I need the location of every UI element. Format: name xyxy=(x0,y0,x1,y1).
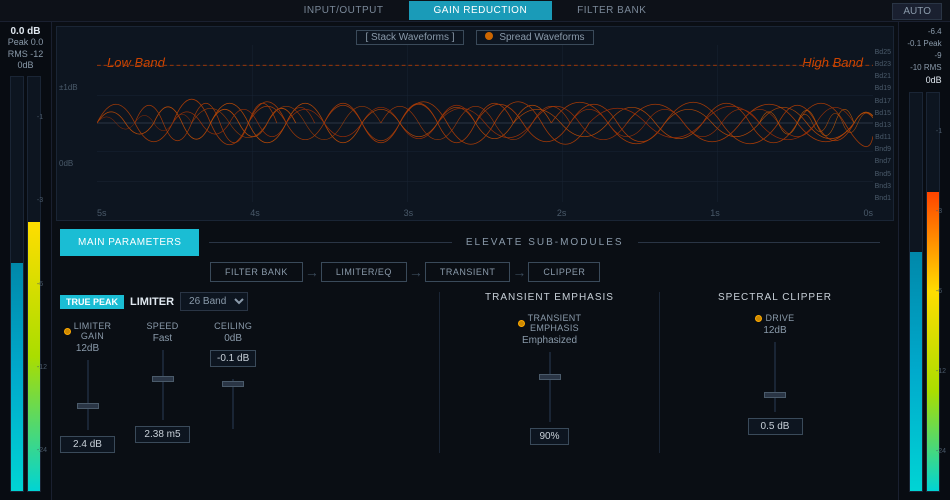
param-limiter-gain: LIMITERGAIN 12dB 2.4 dB xyxy=(60,321,115,453)
waveform-time-scale: 5s 4s 3s 2s 1s 0s xyxy=(97,208,873,218)
limiter-gain-value: 12dB xyxy=(76,343,99,354)
stack-waveforms-btn[interactable]: [ Stack Waveforms ] xyxy=(356,30,463,45)
transient-percent[interactable]: 90% xyxy=(530,428,568,445)
arrow-icon-2: → xyxy=(409,264,423,280)
true-peak-badge: TRUE PEAK xyxy=(60,295,124,309)
left-meter-bars: -1 -3 -6 -12 -24 xyxy=(2,76,49,492)
tab-gain-reduction[interactable]: GAIN REDUCTION xyxy=(409,1,553,20)
right-meter-top-labels: -6.4 -0.1 Peak -9 -10 RMS 0dB xyxy=(907,26,941,88)
clipper-section-title: SPECTRAL CLIPPER xyxy=(676,292,874,303)
waveform-canvas xyxy=(97,45,873,202)
module-clipper[interactable]: CLIPPER xyxy=(528,262,600,282)
spread-dot-icon xyxy=(485,32,493,40)
ceiling-display[interactable]: -0.1 dB xyxy=(210,350,256,367)
param-ceiling: CEILING 0dB -0.1 dB xyxy=(210,321,256,453)
arrow-icon-1: → xyxy=(305,264,319,280)
module-flow: FILTER BANK → LIMITER/EQ → TRANSIENT → C… xyxy=(210,262,890,282)
transient-slider[interactable] xyxy=(549,352,551,422)
transient-handle[interactable] xyxy=(539,374,561,380)
speed-slider[interactable] xyxy=(162,350,164,420)
right-meter: -6.4 -0.1 Peak -9 -10 RMS 0dB -1 -3 -6 -… xyxy=(898,22,950,500)
waveform-left-scale: ±1dB 0dB xyxy=(59,49,78,202)
elevate-submodules-container: ELEVATE SUB-MODULES xyxy=(199,237,890,248)
waveform-area: [ Stack Waveforms ] Spread Waveforms Low… xyxy=(56,26,894,221)
left-meter-bar-1[interactable] xyxy=(10,76,24,492)
transient-section-title: TRANSIENT EMPHASIS xyxy=(456,292,643,303)
drive-slider[interactable] xyxy=(774,342,776,412)
speed-label: SPEED xyxy=(146,321,178,331)
speed-handle[interactable] xyxy=(152,376,174,382)
drive-dot xyxy=(755,315,762,322)
drive-handle[interactable] xyxy=(764,392,786,398)
main-parameters-btn[interactable]: MAIN PARAMETERS xyxy=(60,229,199,256)
right-meter-scale: -1 -3 -6 -12 -24 xyxy=(936,92,946,493)
center-content: [ Stack Waveforms ] Spread Waveforms Low… xyxy=(52,22,898,500)
left-meter-scale: -1 -3 -6 -12 -24 xyxy=(37,76,47,492)
transient-section: TRANSIENT EMPHASIS TRANSIENTEMPHASIS Emp… xyxy=(440,292,660,453)
limiter-gain-input[interactable]: 2.4 dB xyxy=(60,436,115,453)
limiter-header: TRUE PEAK LIMITER 26 Band xyxy=(60,292,427,311)
limiter-gain-label: LIMITERGAIN xyxy=(64,321,112,341)
tab-input-output[interactable]: INPUT/OUTPUT xyxy=(279,1,409,20)
drive-value: 12dB xyxy=(763,325,786,336)
main-layout: 0.0 dB Peak 0.0 RMS -12 0dB -1 -3 -6 -12… xyxy=(0,22,950,500)
transient-value: Emphasized xyxy=(522,335,577,346)
bracket-right: ] xyxy=(452,32,455,43)
clipper-section: SPECTRAL CLIPPER DRIVE 12dB 0.5 dB xyxy=(660,292,890,453)
right-meter-bar-1[interactable] xyxy=(909,92,923,493)
param-speed: SPEED Fast 2.38 m5 xyxy=(135,321,190,453)
clipper-params: DRIVE 12dB 0.5 dB xyxy=(676,313,874,435)
left-peak-label: Peak 0.0 xyxy=(8,37,44,49)
bracket-left: [ xyxy=(365,32,368,43)
left-db-value: 0.0 dB xyxy=(10,26,40,37)
ceiling-value: 0dB xyxy=(224,333,242,344)
arrow-icon-3: → xyxy=(512,264,526,280)
speed-value: Fast xyxy=(153,333,172,344)
transient-params: TRANSIENTEMPHASIS Emphasized 90% xyxy=(456,313,643,445)
transient-dot xyxy=(518,320,525,327)
ceiling-slider[interactable] xyxy=(232,379,234,429)
speed-input[interactable]: 2.38 m5 xyxy=(135,426,190,443)
tab-filter-bank[interactable]: FILTER BANK xyxy=(552,1,671,20)
submodules-section: MAIN PARAMETERS ELEVATE SUB-MODULES FILT… xyxy=(52,225,898,500)
waveform-toolbar: [ Stack Waveforms ] Spread Waveforms xyxy=(57,27,893,48)
left-0db-label: 0dB xyxy=(17,60,33,72)
bnd-scale: Bd25 Bd23 Bd21 Bd19 Bd17 Bd15 Bd13 Bd11 … xyxy=(875,49,891,202)
flow-line-right xyxy=(638,242,880,243)
limiter-section: TRUE PEAK LIMITER 26 Band LIMITERGAIN xyxy=(60,292,440,453)
elevate-sub-modules-label: ELEVATE SUB-MODULES xyxy=(452,237,638,248)
module-transient[interactable]: TRANSIENT xyxy=(425,262,511,282)
limiter-gain-handle[interactable] xyxy=(77,403,99,409)
top-bar: INPUT/OUTPUT GAIN REDUCTION FILTER BANK … xyxy=(0,0,950,22)
left-meter: 0.0 dB Peak 0.0 RMS -12 0dB -1 -3 -6 -12… xyxy=(0,22,52,500)
drive-input[interactable]: 0.5 dB xyxy=(748,418,803,435)
ceiling-label: CEILING xyxy=(214,321,252,331)
waveform-svg xyxy=(97,45,873,202)
band-select[interactable]: 26 Band xyxy=(180,292,248,311)
flow-line-left xyxy=(209,242,451,243)
left-rms-label: RMS -12 xyxy=(8,49,44,61)
limiter-gain-slider[interactable] xyxy=(87,360,89,430)
limiter-title: LIMITER xyxy=(130,296,174,308)
limiter-gain-dot xyxy=(64,328,71,335)
drive-label: DRIVE xyxy=(755,313,794,323)
right-meter-bars: -1 -3 -6 -12 -24 xyxy=(901,92,948,493)
module-filter-bank[interactable]: FILTER BANK xyxy=(210,262,303,282)
limiter-params-grid: LIMITERGAIN 12dB 2.4 dB SPEED Fast xyxy=(60,321,427,453)
auto-button[interactable]: AUTO xyxy=(892,3,942,20)
module-limiter-eq[interactable]: LIMITER/EQ xyxy=(321,262,407,282)
spread-waveforms-btn[interactable]: Spread Waveforms xyxy=(476,30,594,45)
submodules-header: MAIN PARAMETERS ELEVATE SUB-MODULES xyxy=(60,229,890,256)
transient-label: TRANSIENTEMPHASIS xyxy=(518,313,582,333)
ceiling-handle[interactable] xyxy=(222,381,244,387)
params-row: TRUE PEAK LIMITER 26 Band LIMITERGAIN xyxy=(60,292,890,453)
